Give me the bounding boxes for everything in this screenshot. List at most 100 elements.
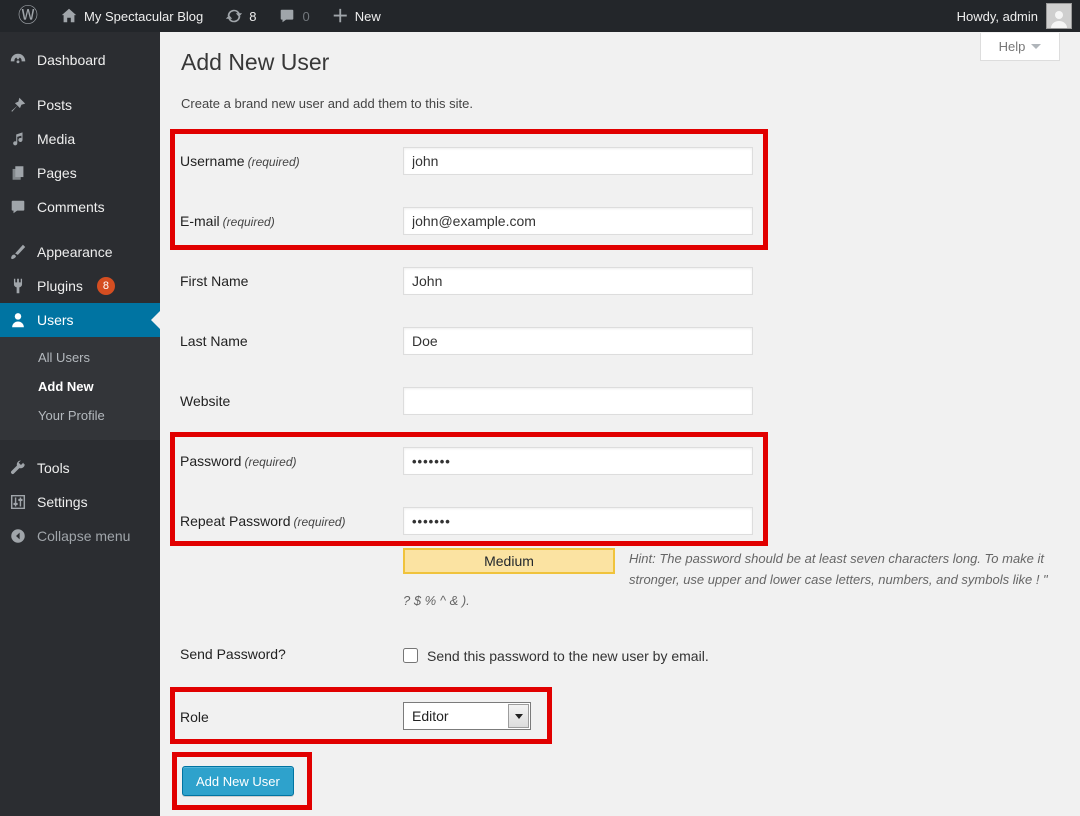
sidebar-item-media[interactable]: Media xyxy=(0,122,160,156)
send-password-label: Send Password? xyxy=(180,646,286,662)
plugins-icon xyxy=(9,277,27,295)
appearance-brush-icon xyxy=(9,243,27,261)
sidebar-item-plugins[interactable]: Plugins 8 xyxy=(0,269,160,303)
page-title: Add New User xyxy=(181,49,329,76)
sidebar-label: Users xyxy=(37,312,74,328)
password-strength-area: Medium Hint: The password should be at l… xyxy=(403,548,1048,611)
update-count: 8 xyxy=(249,9,256,24)
pages-icon xyxy=(9,164,27,182)
sidebar-label: Posts xyxy=(37,97,72,113)
submenu-item-your-profile[interactable]: Your Profile xyxy=(0,401,160,430)
help-button[interactable]: Help xyxy=(980,33,1060,61)
comment-bubble-icon xyxy=(278,7,296,25)
first-name-label: First Name xyxy=(180,273,248,289)
required-hint: (required) xyxy=(248,155,300,169)
updates-icon xyxy=(225,7,243,25)
comments-link[interactable]: 0 xyxy=(270,0,317,32)
sidebar-label: Comments xyxy=(37,199,105,215)
sidebar-label: Pages xyxy=(37,165,77,181)
tools-wrench-icon xyxy=(9,459,27,477)
form-row-password: Password(required) xyxy=(180,447,1060,475)
repeat-password-input[interactable] xyxy=(403,507,753,535)
updates-link[interactable]: 8 xyxy=(217,0,264,32)
pushpin-icon xyxy=(9,96,27,114)
admin-bar: Ⓦ My Spectacular Blog 8 0 ＋ New Howdy, a… xyxy=(0,0,1080,32)
home-icon xyxy=(60,7,78,25)
sidebar-label: Plugins xyxy=(37,278,83,294)
admin-sidebar: Dashboard Posts Media Pages Comments App… xyxy=(0,32,160,816)
media-icon xyxy=(9,130,27,148)
username-input[interactable] xyxy=(403,147,753,175)
plugins-update-badge: 8 xyxy=(97,277,115,295)
sidebar-item-pages[interactable]: Pages xyxy=(0,156,160,190)
form-row-email: E-mail(required) xyxy=(180,207,1060,235)
send-password-checkbox-label: Send this password to the new user by em… xyxy=(427,646,709,666)
website-label: Website xyxy=(180,393,230,409)
new-content-link[interactable]: ＋ New xyxy=(324,0,389,32)
email-input[interactable] xyxy=(403,207,753,235)
help-label: Help xyxy=(999,39,1026,54)
comments-icon xyxy=(9,198,27,216)
role-select[interactable]: Editor xyxy=(403,702,531,730)
first-name-input[interactable] xyxy=(403,267,753,295)
repeat-password-label: Repeat Password xyxy=(180,513,291,529)
dashboard-icon xyxy=(9,51,27,69)
submenu-item-all-users[interactable]: All Users xyxy=(0,343,160,372)
sidebar-label: Appearance xyxy=(37,244,113,260)
main-content: Help Add New User Create a brand new use… xyxy=(160,32,1080,816)
sidebar-item-dashboard[interactable]: Dashboard xyxy=(0,43,160,77)
form-row-last-name: Last Name xyxy=(180,327,1060,355)
sidebar-item-collapse-menu[interactable]: Collapse menu xyxy=(0,519,160,553)
plus-icon: ＋ xyxy=(332,8,349,25)
role-label: Role xyxy=(180,709,209,725)
page-intro: Create a brand new user and add them to … xyxy=(181,96,473,111)
sidebar-label: Collapse menu xyxy=(37,528,130,544)
user-silhouette-icon xyxy=(1049,8,1069,28)
chevron-down-icon xyxy=(515,714,523,719)
settings-sliders-icon xyxy=(9,493,27,511)
current-menu-arrow xyxy=(151,311,160,329)
password-strength-meter: Medium xyxy=(403,548,615,574)
form-row-repeat-password: Repeat Password(required) xyxy=(180,507,1060,535)
required-hint: (required) xyxy=(223,215,275,229)
sidebar-item-users[interactable]: Users xyxy=(0,303,160,337)
password-input[interactable] xyxy=(403,447,753,475)
sidebar-item-appearance[interactable]: Appearance xyxy=(0,235,160,269)
site-name-link[interactable]: My Spectacular Blog xyxy=(52,0,211,32)
new-label: New xyxy=(355,9,381,24)
select-dropdown-button[interactable] xyxy=(508,704,529,728)
submenu-item-add-new[interactable]: Add New xyxy=(0,372,160,401)
sidebar-label: Tools xyxy=(37,460,70,476)
comment-count: 0 xyxy=(302,9,309,24)
form-row-first-name: First Name xyxy=(180,267,1060,295)
role-selected-value: Editor xyxy=(404,708,508,724)
sidebar-label: Settings xyxy=(37,494,88,510)
form-row-send-password: Send Password? Send this password to the… xyxy=(180,644,1060,666)
users-icon xyxy=(9,311,27,329)
avatar[interactable] xyxy=(1046,3,1072,29)
website-input[interactable] xyxy=(403,387,753,415)
form-row-role: Role Editor xyxy=(180,702,1060,730)
add-new-user-button[interactable]: Add New User xyxy=(182,766,294,796)
send-password-checkbox[interactable] xyxy=(403,648,418,663)
sidebar-item-posts[interactable]: Posts xyxy=(0,88,160,122)
form-row-username: Username(required) xyxy=(180,147,1060,175)
password-label: Password xyxy=(180,453,241,469)
form-row-website: Website xyxy=(180,387,1060,415)
required-hint: (required) xyxy=(244,455,296,469)
chevron-down-icon xyxy=(1031,44,1041,49)
howdy-text[interactable]: Howdy, admin xyxy=(957,9,1038,24)
sidebar-item-settings[interactable]: Settings xyxy=(0,485,160,519)
last-name-input[interactable] xyxy=(403,327,753,355)
email-label: E-mail xyxy=(180,213,220,229)
wordpress-logo-icon[interactable]: Ⓦ xyxy=(10,0,46,32)
sidebar-item-tools[interactable]: Tools xyxy=(0,451,160,485)
site-name: My Spectacular Blog xyxy=(84,9,203,24)
sidebar-label: Dashboard xyxy=(37,52,106,68)
users-submenu: All Users Add New Your Profile xyxy=(0,337,160,440)
required-hint: (required) xyxy=(294,515,346,529)
collapse-arrow-icon xyxy=(9,527,27,545)
sidebar-item-comments[interactable]: Comments xyxy=(0,190,160,224)
sidebar-label: Media xyxy=(37,131,75,147)
username-label: Username xyxy=(180,153,245,169)
